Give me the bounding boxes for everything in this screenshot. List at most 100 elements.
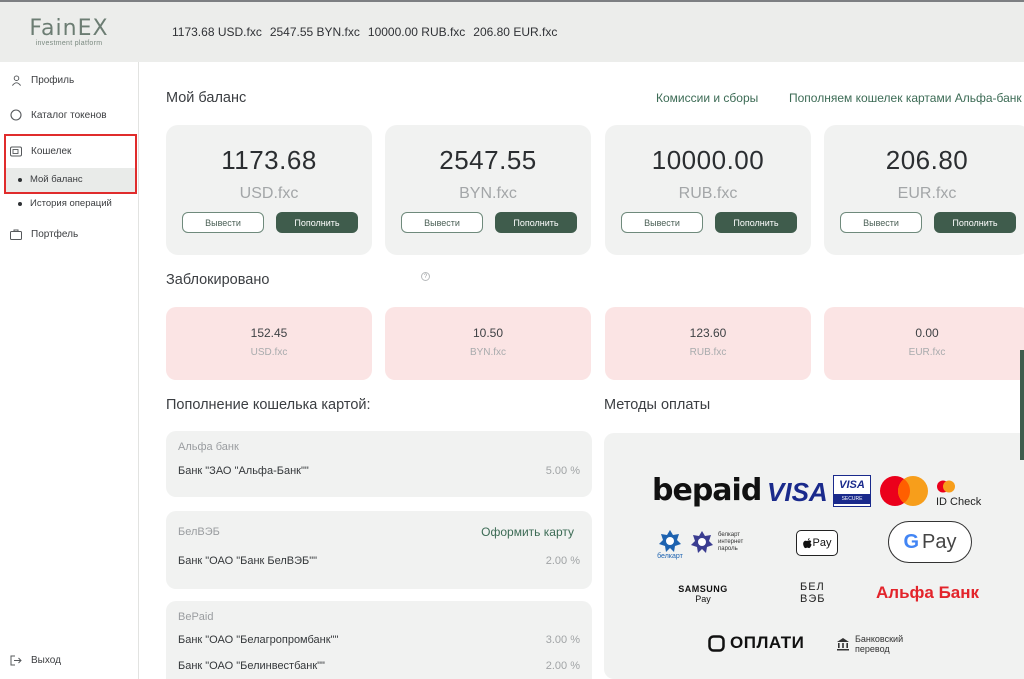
sidebar-subitem-history[interactable]: История операций (18, 198, 112, 209)
sidebar-item-label: Профиль (31, 74, 75, 86)
header-balance-usd: 1173.68 USD.fxc (172, 25, 262, 39)
bank-row-fee: 2.00 % (545, 660, 580, 672)
samsung-pay-text: Pay (695, 594, 711, 604)
mastercard-logo (878, 475, 930, 507)
bank-transfer-line1: Банковский (855, 634, 904, 644)
belkart-icon (659, 529, 681, 552)
sidebar-item-portfolio[interactable]: Портфель (10, 228, 78, 240)
balance-card-eur: 206.80 EUR.fxc Вывести Пополнить (824, 125, 1024, 255)
bepaid-logo: bepaid (652, 473, 762, 508)
sidebar-item-label: Каталог токенов (31, 109, 107, 121)
topup-alfa-link[interactable]: Пополняем кошелек картами Альфа-банк (789, 91, 1022, 105)
blocked-card-usd: 152.45 USD.fxc (166, 307, 372, 380)
balance-currency: USD.fxc (239, 185, 299, 202)
blocked-card-rub: 123.60 RUB.fxc (605, 307, 811, 380)
oplati-logo: ОПЛАТИ (708, 631, 804, 655)
withdraw-button[interactable]: Вывести (621, 212, 703, 233)
header-balance-byn: 2547.55 BYN.fxc (269, 25, 360, 39)
blocked-amount: 0.00 (915, 326, 939, 340)
blocked-currency: RUB.fxc (689, 347, 727, 358)
briefcase-icon (10, 228, 22, 240)
balance-currency: BYN.fxc (459, 185, 517, 202)
apple-pay-text: Pay (812, 537, 832, 549)
top-header: FainEX investment platform 1173.68 USD.f… (0, 0, 1024, 62)
deposit-button[interactable]: Пополнить (276, 212, 358, 233)
bank-row-name: Банк "ОАО "Белинвестбанк"" (178, 660, 325, 672)
bullet-icon (18, 201, 22, 206)
visa-secure-text: VISA (839, 478, 865, 491)
bank-transfer-logo: Банковский перевод (836, 631, 903, 657)
balance-title: Мой баланс (166, 90, 247, 106)
fees-link[interactable]: Комиссии и сборы (656, 91, 758, 105)
sidebar-subitem-label: История операций (30, 198, 112, 209)
annotation-highlight (4, 134, 137, 194)
belkart-internet-password-logo: белкарт интернет пароль (690, 529, 760, 555)
blocked-title: Заблокировано (166, 272, 270, 288)
logout-button[interactable]: Выход (10, 654, 61, 666)
balance-card-rub: 10000.00 RUB.fxc Вывести Пополнить (605, 125, 811, 255)
card-topup-title: Пополнение кошелька картой: (166, 397, 371, 413)
deposit-button[interactable]: Пополнить (495, 212, 577, 233)
google-pay-text: Pay (922, 530, 957, 553)
balance-amount: 1173.68 (221, 145, 317, 175)
belveb-line2: ВЭБ (800, 593, 826, 605)
payment-methods-title: Методы оплаты (604, 397, 711, 413)
help-icon[interactable]: ? (421, 272, 430, 281)
oplati-text: ОПЛАТИ (730, 633, 805, 652)
belkart-ip-line2: интернет (718, 538, 744, 545)
deposit-button[interactable]: Пополнить (934, 212, 1016, 233)
deposit-button[interactable]: Пополнить (715, 212, 797, 233)
bank-row-name: Банк "ЗАО "Альфа-Банк"" (178, 465, 309, 477)
id-check-icon (937, 480, 955, 493)
blocked-currency: BYN.fxc (469, 347, 507, 358)
bank-group-name: Альфа банк (178, 441, 239, 453)
bank-row[interactable]: Банк "ОАО "Банк БелВЭБ"" 2.00 % (178, 555, 580, 567)
order-card-link[interactable]: Оформить карту (481, 525, 574, 539)
circle-icon (10, 109, 22, 121)
balance-amount: 206.80 (885, 145, 969, 175)
belkart-text: белкарт (657, 552, 683, 560)
withdraw-button[interactable]: Вывести (182, 212, 264, 233)
scrollbar-thumb[interactable] (1020, 350, 1024, 460)
header-balance-eur: 206.80 EUR.fxc (473, 25, 558, 39)
blocked-currency: USD.fxc (250, 347, 288, 358)
sidebar-item-label: Портфель (31, 228, 79, 240)
bank-row[interactable]: Банк "ЗАО "Альфа-Банк"" 5.00 % (178, 465, 580, 477)
blocked-amount: 152.45 (250, 326, 288, 340)
logo[interactable]: FainEX investment platform (0, 16, 138, 48)
bank-group-name: BePaid (178, 611, 214, 623)
main-content: Мой баланс Комиссии и сборы Пополняем ко… (139, 62, 1024, 679)
logo-title: FainEX (29, 16, 109, 41)
oplati-icon (708, 634, 725, 652)
google-pay-logo: G Pay (888, 521, 972, 563)
user-icon (10, 74, 22, 86)
blocked-amount: 123.60 (689, 326, 727, 340)
sidebar-item-token-catalog[interactable]: Каталог токенов (10, 109, 107, 121)
belkart-ip-icon (691, 531, 713, 553)
withdraw-button[interactable]: Вывести (401, 212, 483, 233)
logout-icon (10, 654, 22, 666)
blocked-currency: EUR.fxc (908, 347, 946, 358)
balance-currency: EUR.fxc (897, 185, 957, 202)
logout-label: Выход (31, 654, 61, 666)
blocked-card-byn: 10.50 BYN.fxc (385, 307, 591, 380)
visa-logo: VISA (767, 477, 828, 507)
visa-secure-label: SECURE (834, 493, 870, 504)
bank-transfer-line2: перевод (855, 644, 890, 654)
id-check-text: ID Check (936, 496, 982, 508)
bank-row-fee: 5.00 % (545, 465, 580, 477)
belkart-ip-line3: пароль (718, 545, 738, 552)
sidebar-item-profile[interactable]: Профиль (10, 74, 74, 86)
bank-row[interactable]: Банк "ОАО "Белинвестбанк"" 2.00 % (178, 660, 580, 672)
balance-card-usd: 1173.68 USD.fxc Вывести Пополнить (166, 125, 372, 255)
id-check-logo: ID Check (936, 476, 988, 512)
withdraw-button[interactable]: Вывести (840, 212, 922, 233)
belkart-logo: белкарт (654, 525, 686, 563)
samsung-text: SAMSUNG (678, 584, 728, 594)
balance-currency: RUB.fxc (678, 185, 738, 202)
samsung-pay-logo: SAMSUNG Pay (676, 581, 730, 607)
apple-icon (802, 537, 812, 548)
bank-row[interactable]: Банк "ОАО "Белагропромбанк"" 3.00 % (178, 634, 580, 646)
sidebar: Профиль Каталог токенов Кошелек Мой бала… (0, 62, 139, 679)
bank-row-name: Банк "ОАО "Белагропромбанк"" (178, 634, 339, 646)
